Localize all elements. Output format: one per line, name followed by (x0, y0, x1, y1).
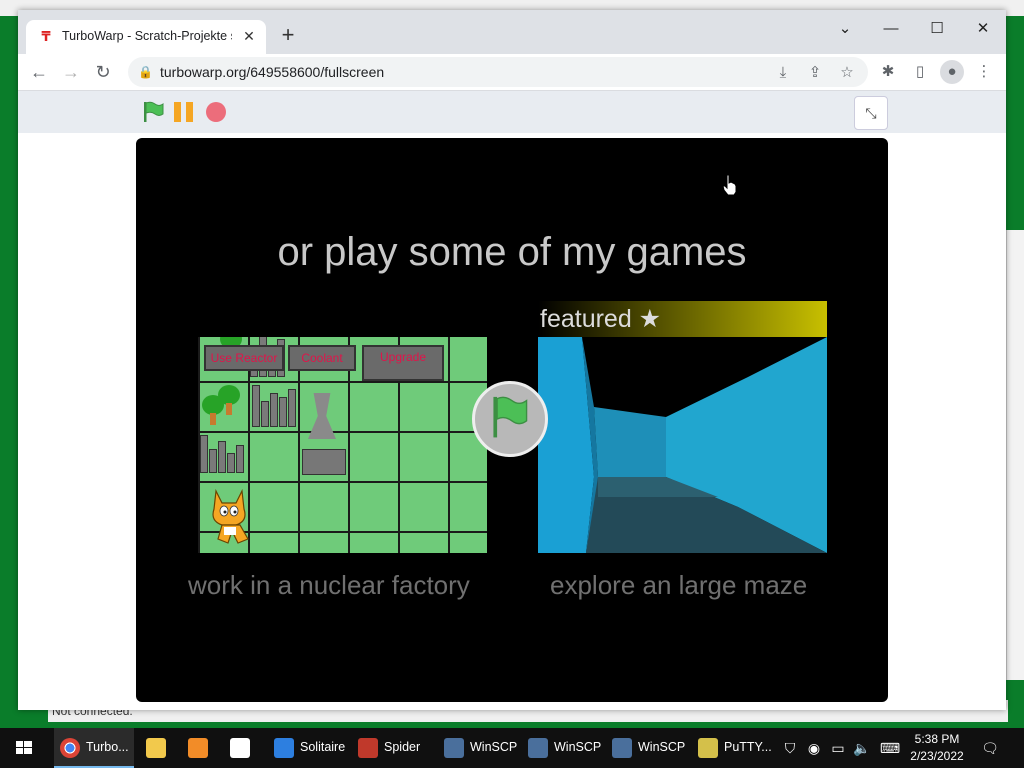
taskbar-item-winscp-3[interactable]: WinSCP (606, 728, 686, 768)
menu-icon[interactable]: ⋮ (972, 60, 996, 84)
browser-tab[interactable]: ₸ TurboWarp - Scratch-Projekte sc ✕ (26, 20, 266, 54)
taskbar-item-winscp-2[interactable]: WinSCP (522, 728, 602, 768)
background-window-edge (1006, 230, 1024, 680)
reactor-building-icon (302, 449, 346, 475)
tree-icon (202, 395, 224, 425)
winscp-icon (528, 738, 548, 758)
tab-search-icon[interactable]: ⌄ (822, 14, 868, 44)
forward-icon[interactable]: → (58, 59, 84, 85)
tab-title: TurboWarp - Scratch-Projekte sc (62, 29, 232, 43)
building-icon (200, 435, 244, 473)
taskbar-item-solitaire[interactable]: Solitaire (268, 728, 348, 768)
address-bar[interactable]: 🔒 turbowarp.org/649558600/fullscreen ⤓ ⇪… (128, 57, 868, 87)
tab-close-icon[interactable]: ✕ (240, 27, 258, 45)
game2-caption: explore an large maze (550, 570, 808, 600)
browser-window: ₸ TurboWarp - Scratch-Projekte sc ✕ + ⌄ … (18, 10, 1006, 710)
featured-banner: featured ★ (538, 301, 827, 337)
extensions-icon[interactable]: ✱ (876, 60, 900, 84)
building-icon (252, 385, 296, 427)
reload-icon[interactable]: ↻ (90, 59, 116, 85)
green-flag-icon (493, 396, 528, 438)
taskbar-item-chrome[interactable]: Turbo... (54, 728, 134, 768)
nuclear-factory-thumbnail[interactable]: Use Reactor Coolant Upgrade (198, 337, 487, 553)
taskbar-item-putty[interactable]: PuTTY... (692, 728, 772, 768)
use-reactor-button[interactable]: Use Reactor (204, 345, 284, 371)
security-shield-icon[interactable]: ⛉ (780, 738, 800, 758)
hand-cursor-icon (722, 174, 737, 196)
winscp-icon (612, 738, 632, 758)
install-app-icon[interactable]: ⤓ (772, 62, 794, 84)
chrome-icon (60, 738, 80, 758)
taskbar-item-spider[interactable]: Spider (352, 728, 432, 768)
green-flag-icon[interactable] (142, 101, 164, 123)
document-icon (230, 738, 250, 758)
minimize-icon[interactable]: — (868, 14, 914, 44)
upgrade-button[interactable]: Upgrade (362, 345, 444, 381)
volume-icon[interactable]: 🔈 (852, 738, 872, 758)
turbowarp-favicon-icon: ₸ (41, 29, 51, 44)
window-close-icon[interactable]: ✕ (960, 14, 1006, 44)
start-project-button[interactable] (472, 381, 548, 457)
file-explorer-icon (146, 738, 166, 758)
stage-headline: or play some of my games (277, 230, 747, 274)
spider-icon (358, 738, 378, 758)
network-icon[interactable]: ▭ (828, 738, 848, 758)
windows-start-icon[interactable] (0, 728, 48, 768)
side-panel-icon[interactable]: ▯ (908, 60, 932, 84)
taskbar-clock[interactable]: 5:38 PM 2/23/2022 (902, 731, 972, 765)
exit-fullscreen-icon[interactable]: ⤡ (854, 96, 888, 130)
bookmark-star-icon[interactable]: ☆ (836, 62, 858, 84)
new-tab-icon[interactable]: + (276, 24, 300, 48)
taskbar-item-winscp-1[interactable]: WinSCP (438, 728, 518, 768)
taskbar-item-media[interactable] (182, 728, 218, 768)
game1-caption: work in a nuclear factory (188, 570, 470, 600)
browser-toolbar: ← → ↻ 🔒 turbowarp.org/649558600/fullscre… (18, 54, 1006, 91)
share-icon[interactable]: ⇪ (804, 62, 826, 84)
keyboard-icon[interactable]: ⌨ (878, 738, 902, 758)
clock-time: 5:38 PM (914, 732, 960, 746)
chrome-tray-icon[interactable]: ◉ (804, 738, 824, 758)
taskbar-item-explorer[interactable] (140, 728, 176, 768)
browser-titlebar: ₸ TurboWarp - Scratch-Projekte sc ✕ + ⌄ … (18, 10, 1006, 54)
taskbar-item-document[interactable] (224, 728, 260, 768)
putty-icon (698, 738, 718, 758)
maximize-icon[interactable]: ☐ (914, 14, 960, 44)
solitaire-icon (274, 738, 294, 758)
notifications-icon[interactable]: 🗨 (980, 738, 1000, 758)
taskbar: Turbo... Solitaire Spider WinSCP WinSCP … (0, 728, 1024, 768)
back-icon[interactable]: ← (26, 59, 52, 85)
project-controls-bar: ⤡ (18, 91, 1006, 133)
clock-date: 2/23/2022 (910, 749, 964, 763)
project-stage[interactable]: or play some of my games featured ★ Use … (136, 138, 888, 702)
coolant-button[interactable]: Coolant (288, 345, 356, 371)
cooling-tower-icon (302, 393, 342, 439)
url-text[interactable]: turbowarp.org/649558600/fullscreen (160, 64, 384, 80)
pause-icon[interactable] (174, 102, 194, 122)
lock-icon[interactable]: 🔒 (138, 64, 153, 80)
profile-avatar-icon[interactable]: ● (940, 60, 964, 84)
stop-icon[interactable] (206, 102, 226, 122)
media-player-icon (188, 738, 208, 758)
featured-label: featured ★ (540, 305, 662, 333)
maze-thumbnail[interactable] (538, 337, 827, 553)
winscp-icon (444, 738, 464, 758)
scratch-cat-icon (212, 488, 249, 544)
